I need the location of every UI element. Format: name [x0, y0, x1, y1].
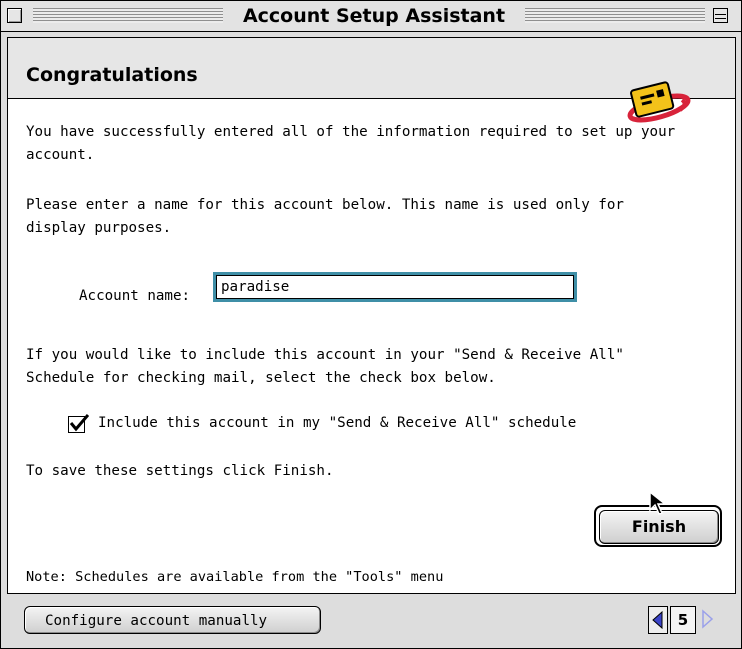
- account-setup-window: Account Setup Assistant Congratulations …: [0, 0, 742, 649]
- configure-manually-button[interactable]: Configure account manually: [24, 606, 321, 634]
- note-text: Note: Schedules are available from the "…: [26, 569, 444, 585]
- page-heading: Congratulations: [26, 64, 198, 86]
- title-stripes-left: [33, 8, 223, 23]
- name-instructions: Please enter a name for this account bel…: [26, 197, 624, 236]
- close-box-icon[interactable]: [7, 8, 22, 23]
- account-name-input[interactable]: [213, 272, 577, 302]
- account-name-label: Account name:: [79, 288, 191, 304]
- collapse-box-icon[interactable]: [713, 8, 728, 23]
- triangle-right-icon: [702, 609, 714, 629]
- title-bar[interactable]: Account Setup Assistant: [1, 1, 741, 32]
- intro-text: You have successfully entered all of the…: [26, 124, 676, 163]
- schedule-instructions: If you would like to include this accoun…: [26, 347, 624, 386]
- next-page-button: [698, 606, 716, 632]
- triangle-left-icon: [652, 610, 663, 630]
- schedule-checkbox[interactable]: [68, 414, 89, 433]
- schedule-checkbox-label[interactable]: Include this account in my "Send & Recei…: [98, 412, 576, 435]
- window-title: Account Setup Assistant: [223, 3, 525, 29]
- pointer-cursor-icon: [649, 490, 668, 515]
- mail-card-icon: [627, 81, 691, 123]
- page-number: 5: [670, 606, 696, 634]
- previous-page-button[interactable]: [648, 606, 668, 634]
- title-stripes-right: [525, 8, 705, 23]
- save-instructions: To save these settings click Finish.: [26, 463, 334, 479]
- checkmark-icon: [69, 414, 89, 432]
- assistant-panel: Congratulations You have successfully en…: [7, 37, 736, 594]
